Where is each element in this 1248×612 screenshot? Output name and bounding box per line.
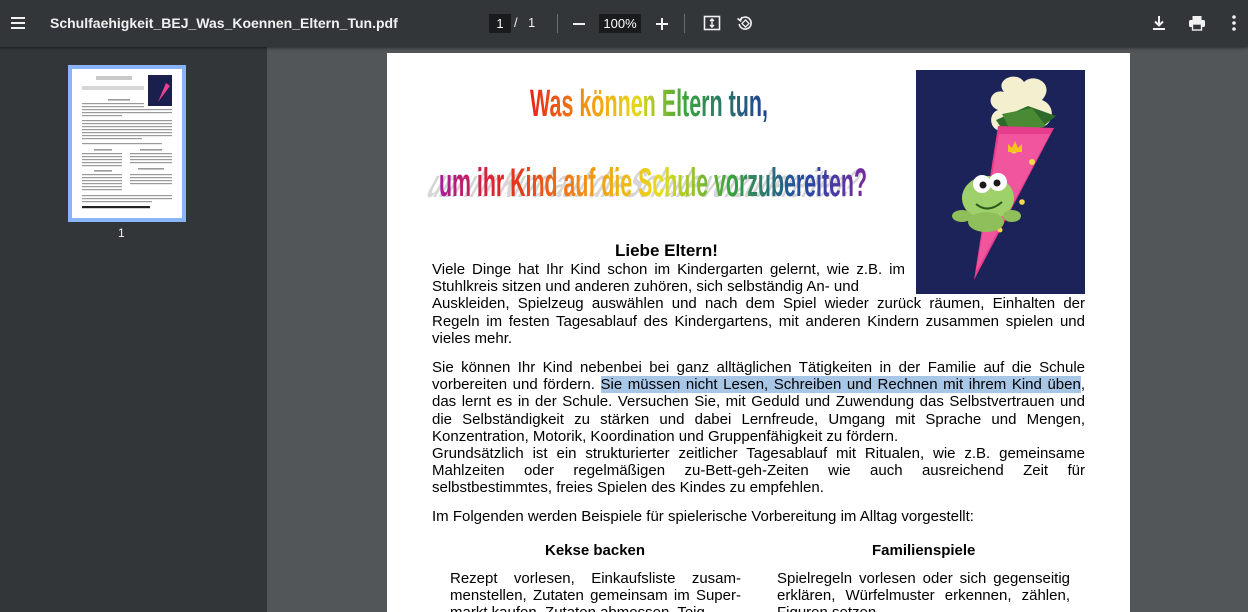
page-number-input[interactable]: 1	[489, 14, 511, 33]
paragraph-routine: Grundsätzlich ist ein strukturierter zei…	[432, 445, 1085, 497]
highlighted-text[interactable]: Sie müssen nicht Lesen, Schreiben und Re…	[600, 376, 1081, 394]
paragraph-intro-top: Viele Dinge hat Ihr Kind schon im Kinder…	[432, 261, 905, 296]
download-button[interactable]	[1149, 13, 1169, 33]
zoom-in-button[interactable]	[652, 14, 672, 34]
column-text-baking: Rezept vorlesen, Einkaufsliste zusam-men…	[450, 570, 741, 612]
rotate-button[interactable]	[735, 13, 755, 33]
download-icon	[1153, 16, 1165, 30]
paragraph-intro: Auskleiden, Spielzeug auswählen und nach…	[432, 295, 1085, 347]
toolbar-divider	[557, 14, 558, 33]
paragraph-examples-intro: Im Folgenden werden Beispiele für spiele…	[432, 508, 974, 525]
page-total: 1	[528, 15, 536, 30]
thumbnail-page-number: 1	[118, 226, 125, 240]
column-heading-games: Familienspiele	[872, 542, 976, 559]
zoom-level-input[interactable]: 100%	[599, 14, 641, 33]
school-cone-photo	[916, 70, 1085, 294]
menu-icon[interactable]	[8, 13, 28, 33]
rotate-icon	[737, 16, 752, 30]
fit-page-icon	[703, 15, 721, 31]
column-text-games: Spielregeln vorlesen oder sich gegenseit…	[777, 570, 1070, 612]
thumbnail-preview	[72, 69, 182, 218]
more-vert-icon	[1232, 15, 1236, 31]
add-icon	[656, 18, 668, 30]
greeting-heading: Liebe Eltern!	[615, 241, 718, 260]
pdf-toolbar: Schulfaehigkeit_BEJ_Was_Koennen_Eltern_T…	[0, 0, 1248, 47]
page-separator: /	[514, 15, 518, 30]
column-heading-baking: Kekse backen	[545, 542, 646, 559]
print-button[interactable]	[1186, 13, 1208, 33]
paragraph-support: Sie können Ihr Kind nebenbei bei ganz al…	[432, 359, 1085, 445]
toolbar-divider	[684, 14, 685, 33]
page-thumbnail[interactable]	[68, 65, 186, 222]
print-icon	[1189, 16, 1205, 31]
fit-to-page-button[interactable]	[702, 13, 722, 33]
document-title: Schulfaehigkeit_BEJ_Was_Koennen_Eltern_T…	[50, 15, 398, 31]
headline-line-2: um ihr Kind auf die Schule vorzubereiten…	[439, 161, 867, 205]
zoom-out-button[interactable]	[569, 14, 589, 34]
remove-icon	[573, 23, 585, 25]
headline-line-1: Was können Eltern tun,	[530, 83, 768, 125]
more-options-button[interactable]	[1224, 13, 1244, 33]
pdf-page: Was können Eltern tun, um ihr Kind auf d…	[387, 53, 1130, 612]
